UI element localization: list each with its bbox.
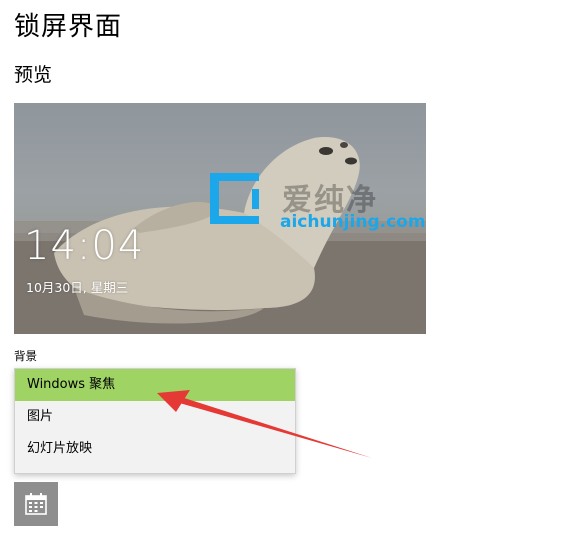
lock-clock: 14:04 xyxy=(24,223,145,269)
calendar-icon xyxy=(25,493,47,515)
watermark-url: aichunjing.com xyxy=(280,212,426,232)
option-windows-spotlight[interactable]: Windows 聚焦 xyxy=(15,369,295,401)
background-label: 背景 xyxy=(14,349,37,363)
preview-heading: 预览 xyxy=(14,64,53,86)
option-picture[interactable]: 图片 xyxy=(15,401,295,433)
background-dropdown[interactable]: Windows 聚焦 图片 幻灯片放映 xyxy=(14,368,296,474)
calendar-app-tile[interactable] xyxy=(14,482,58,526)
page-title: 锁屏界面 xyxy=(14,12,123,42)
option-slideshow[interactable]: 幻灯片放映 xyxy=(15,433,295,465)
lock-date: 10月30日, 星期三 xyxy=(26,280,129,295)
lock-screen-preview: 爱纯净 aichunjing.com 14:04 10月30日, 星期三 xyxy=(14,103,426,334)
